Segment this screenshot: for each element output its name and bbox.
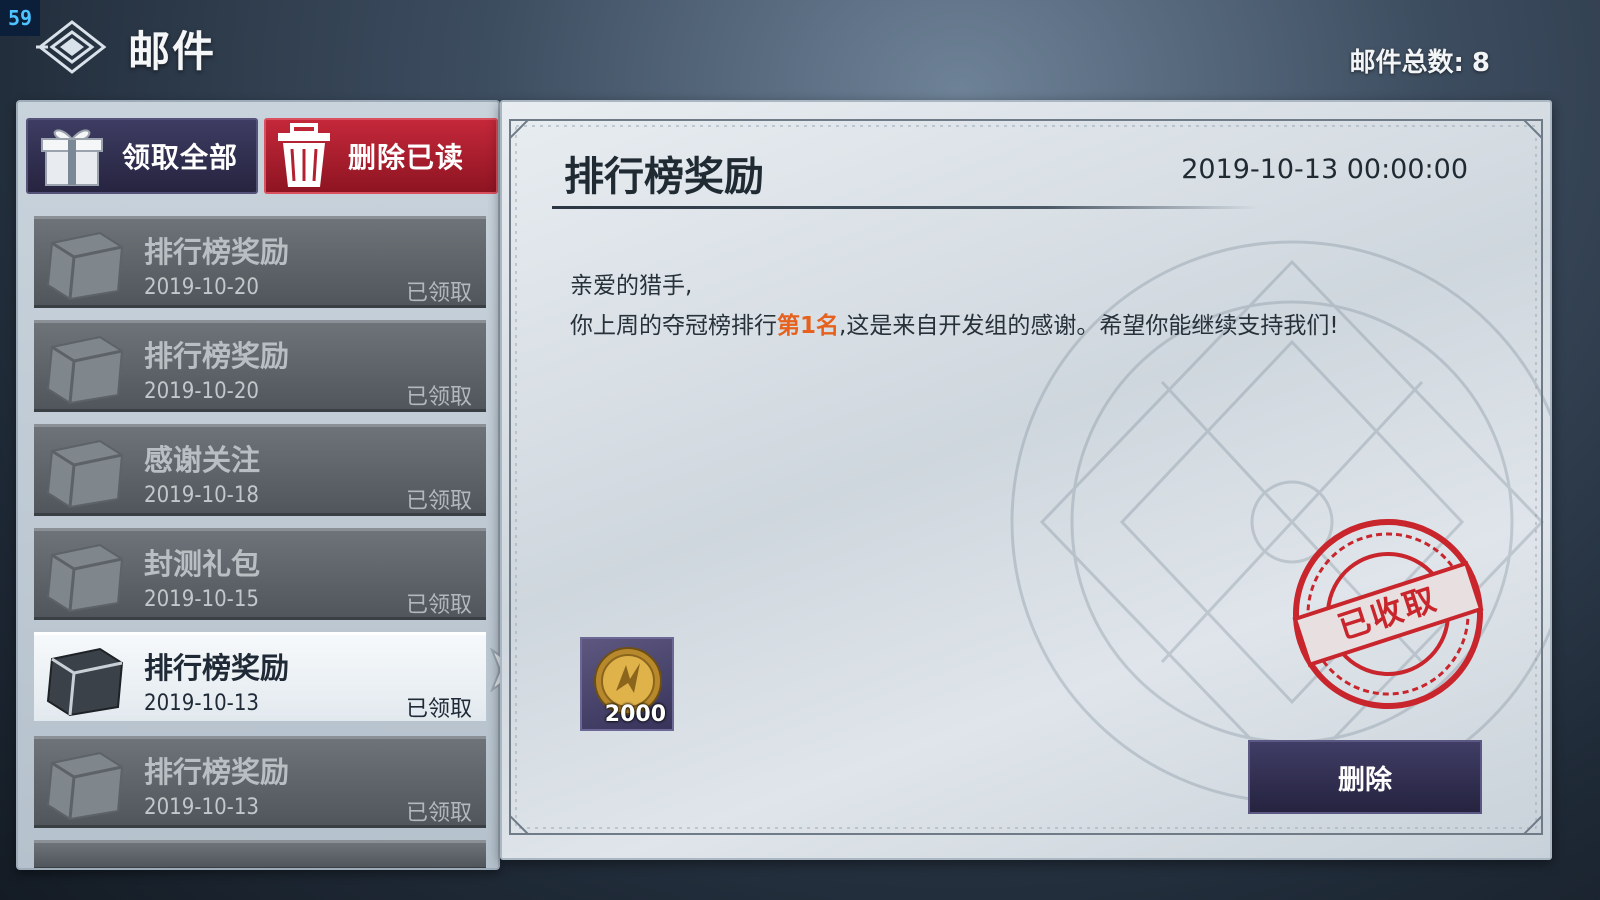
box-icon [46, 543, 124, 613]
mail-item-title: 封测礼包 [144, 547, 261, 581]
mail-item-date: 2019-10-13 [144, 795, 260, 820]
mail-list: 排行榜奖励 2019-10-20 已领取 排行榜奖励 2019-10-20 已领… [34, 216, 486, 868]
mail-item-title: 排行榜奖励 [144, 235, 290, 269]
claim-all-button[interactable]: 领取全部 [26, 118, 258, 194]
box-icon [46, 439, 124, 509]
mail-body-highlight: 第1名 [777, 313, 840, 339]
gift-icon [41, 129, 103, 186]
mail-detail-title: 排行榜奖励 [564, 154, 764, 200]
mail-list-panel: 领取全部 删除已读 排行榜奖励 2019-10-20 已领取 排行榜奖励 201… [16, 100, 500, 870]
claim-all-label: 领取全部 [122, 141, 239, 174]
mail-total: 邮件总数: 8 [1350, 42, 1491, 79]
mail-item-date: 2019-10-20 [144, 275, 260, 300]
mail-detail-time: 2019-10-13 00:00:00 [1181, 154, 1468, 185]
mail-item-selected[interactable]: 排行榜奖励 2019-10-13 已领取 [34, 632, 486, 724]
page-title: 邮件 [128, 27, 217, 76]
mail-greeting: 亲爱的猎手, [570, 273, 693, 299]
mail-body-text-end: ,这是来自开发组的感谢。希望你能继续支持我们! [839, 313, 1339, 339]
reward-item[interactable]: 2000 [580, 637, 674, 731]
mail-item-partial[interactable] [34, 840, 486, 868]
stamp-text: 已收取 [1333, 579, 1443, 647]
mail-body: 你上周的夺冠榜排行第1名,这是来自开发组的感谢。希望你能继续支持我们! [570, 306, 1339, 340]
mail-item-status: 已领取 [405, 281, 472, 306]
mail-item-status: 已领取 [405, 593, 472, 618]
mail-total-label: 邮件总数: [1349, 48, 1464, 78]
box-icon [46, 231, 124, 301]
mail-item-title: 感谢关注 [144, 443, 261, 477]
mail-item-date: 2019-10-13 [144, 691, 260, 716]
mail-item[interactable]: 感谢关注 2019-10-18 已领取 [34, 424, 486, 516]
box-icon [46, 335, 124, 405]
mail-total-count: 8 [1471, 48, 1490, 78]
mail-logo-icon [36, 20, 107, 74]
box-icon [46, 751, 124, 821]
mail-item[interactable]: 排行榜奖励 2019-10-13 已领取 [34, 736, 486, 828]
mail-item-date: 2019-10-18 [144, 483, 260, 508]
reward-amount: 2000 [604, 702, 666, 727]
mail-item-status: 已领取 [405, 801, 472, 826]
mail-detail-panel: 排行榜奖励 2019-10-13 00:00:00 亲爱的猎手, 你上周的夺冠榜… [500, 100, 1552, 860]
mail-item-status: 已领取 [405, 697, 472, 722]
title-divider [552, 206, 1258, 209]
delete-read-button[interactable]: 删除已读 [264, 118, 498, 194]
trash-icon [278, 123, 330, 187]
mail-item[interactable]: 排行榜奖励 2019-10-20 已领取 [34, 320, 486, 412]
delete-button[interactable]: 删除 [1248, 740, 1482, 814]
mail-item-title: 排行榜奖励 [144, 651, 290, 685]
mail-item-title: 排行榜奖励 [144, 339, 290, 373]
mail-item[interactable]: 排行榜奖励 2019-10-20 已领取 [34, 216, 486, 308]
mail-item-date: 2019-10-20 [144, 379, 260, 404]
box-icon [46, 647, 124, 717]
mail-item-date: 2019-10-15 [144, 587, 260, 612]
mail-item[interactable]: 封测礼包 2019-10-15 已领取 [34, 528, 486, 620]
delete-read-label: 删除已读 [348, 141, 465, 174]
mail-body-text: 你上周的夺冠榜排行 [570, 313, 777, 339]
mail-item-status: 已领取 [405, 489, 472, 514]
mail-item-status: 已领取 [405, 385, 472, 410]
mail-item-title: 排行榜奖励 [144, 755, 290, 789]
